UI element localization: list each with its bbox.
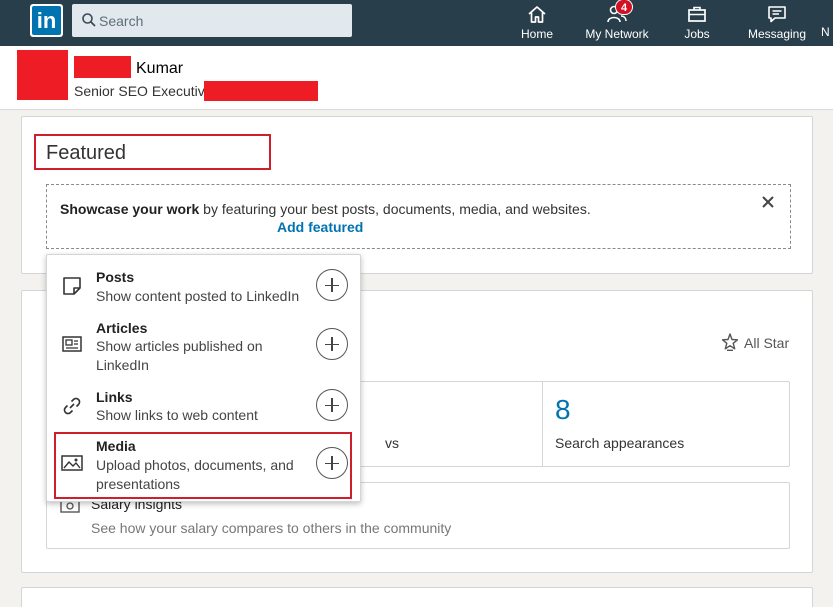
- featured-title: Featured: [46, 142, 127, 164]
- top-nav: in Home My Network 4 Jobs Messaging N: [0, 0, 833, 46]
- article-icon: [62, 336, 82, 352]
- media-highlight-box: [54, 432, 352, 499]
- profile-header: Kumar Senior SEO Executive: [0, 46, 833, 110]
- link-icon: [63, 397, 81, 415]
- menu-item-title: Posts: [96, 269, 135, 285]
- logo-text: in: [32, 6, 61, 35]
- add-featured-link[interactable]: Add featured: [277, 219, 363, 235]
- search-appearances-label[interactable]: Search appearances: [555, 435, 684, 451]
- showcase-bold: Showcase your work: [60, 201, 200, 217]
- nav-messaging[interactable]: Messaging: [744, 0, 810, 46]
- nav-jobs[interactable]: Jobs: [674, 0, 720, 46]
- next-card: [21, 587, 813, 607]
- briefcase-icon: [688, 6, 706, 22]
- search-input[interactable]: [99, 4, 344, 37]
- menu-item-posts[interactable]: Posts Show content posted to LinkedIn: [47, 255, 360, 311]
- showcase-panel: Showcase your work by featuring your bes…: [46, 184, 791, 249]
- menu-item-desc: Show articles published on LinkedIn: [96, 338, 263, 373]
- home-icon: [528, 6, 546, 23]
- add-featured-menu: Posts Show content posted to LinkedIn Ar…: [46, 254, 361, 502]
- nav-notifications-label: N: [821, 25, 830, 39]
- nav-messaging-label: Messaging: [747, 27, 807, 41]
- search-icon: [82, 13, 96, 27]
- menu-item-articles[interactable]: Articles Show articles published on Link…: [47, 311, 360, 381]
- nav-jobs-label: Jobs: [684, 27, 710, 41]
- featured-highlight-box: Featured: [34, 134, 271, 170]
- profile-headline: Senior SEO Executive: [74, 83, 213, 99]
- featured-card: Featured Showcase your work by featuring…: [21, 116, 813, 274]
- menu-item-desc: Show links to web content: [96, 407, 258, 423]
- search-appearances-value[interactable]: 8: [555, 394, 571, 426]
- stat-divider: [542, 382, 543, 466]
- search-bar[interactable]: [72, 4, 352, 37]
- notification-badge: 4: [615, 0, 633, 15]
- note-icon: [63, 277, 81, 295]
- menu-item-desc: Show content posted to LinkedIn: [96, 288, 300, 304]
- add-articles-button[interactable]: [316, 328, 348, 360]
- menu-item-links[interactable]: Links Show links to web content: [47, 381, 360, 431]
- nav-my-network[interactable]: My Network 4: [581, 0, 653, 46]
- nav-home[interactable]: Home: [514, 0, 560, 46]
- star-icon: [721, 333, 739, 351]
- redacted-first-name: [74, 56, 131, 78]
- messaging-icon: [768, 6, 786, 23]
- avatar[interactable]: [17, 50, 68, 100]
- add-posts-button[interactable]: [316, 269, 348, 301]
- all-star-status[interactable]: All Star: [721, 333, 790, 351]
- profile-last-name: Kumar: [136, 60, 184, 77]
- nav-home-label: Home: [520, 27, 553, 41]
- stat-label-fragment: vs: [385, 435, 399, 451]
- linkedin-logo[interactable]: in: [30, 4, 63, 37]
- menu-item-title: Links: [96, 389, 133, 405]
- salary-insights-subtitle: See how your salary compares to others i…: [91, 520, 452, 536]
- nav-notifications[interactable]: N: [821, 0, 833, 46]
- showcase-rest: by featuring your best posts, documents,…: [199, 201, 591, 217]
- menu-item-title: Articles: [96, 320, 148, 336]
- showcase-text: Showcase your work by featuring your bes…: [60, 201, 591, 217]
- all-star-label: All Star: [744, 335, 790, 351]
- close-icon[interactable]: [761, 195, 775, 209]
- nav-my-network-label: My Network: [585, 27, 649, 41]
- redacted-headline: [204, 81, 318, 101]
- add-links-button[interactable]: [316, 389, 348, 421]
